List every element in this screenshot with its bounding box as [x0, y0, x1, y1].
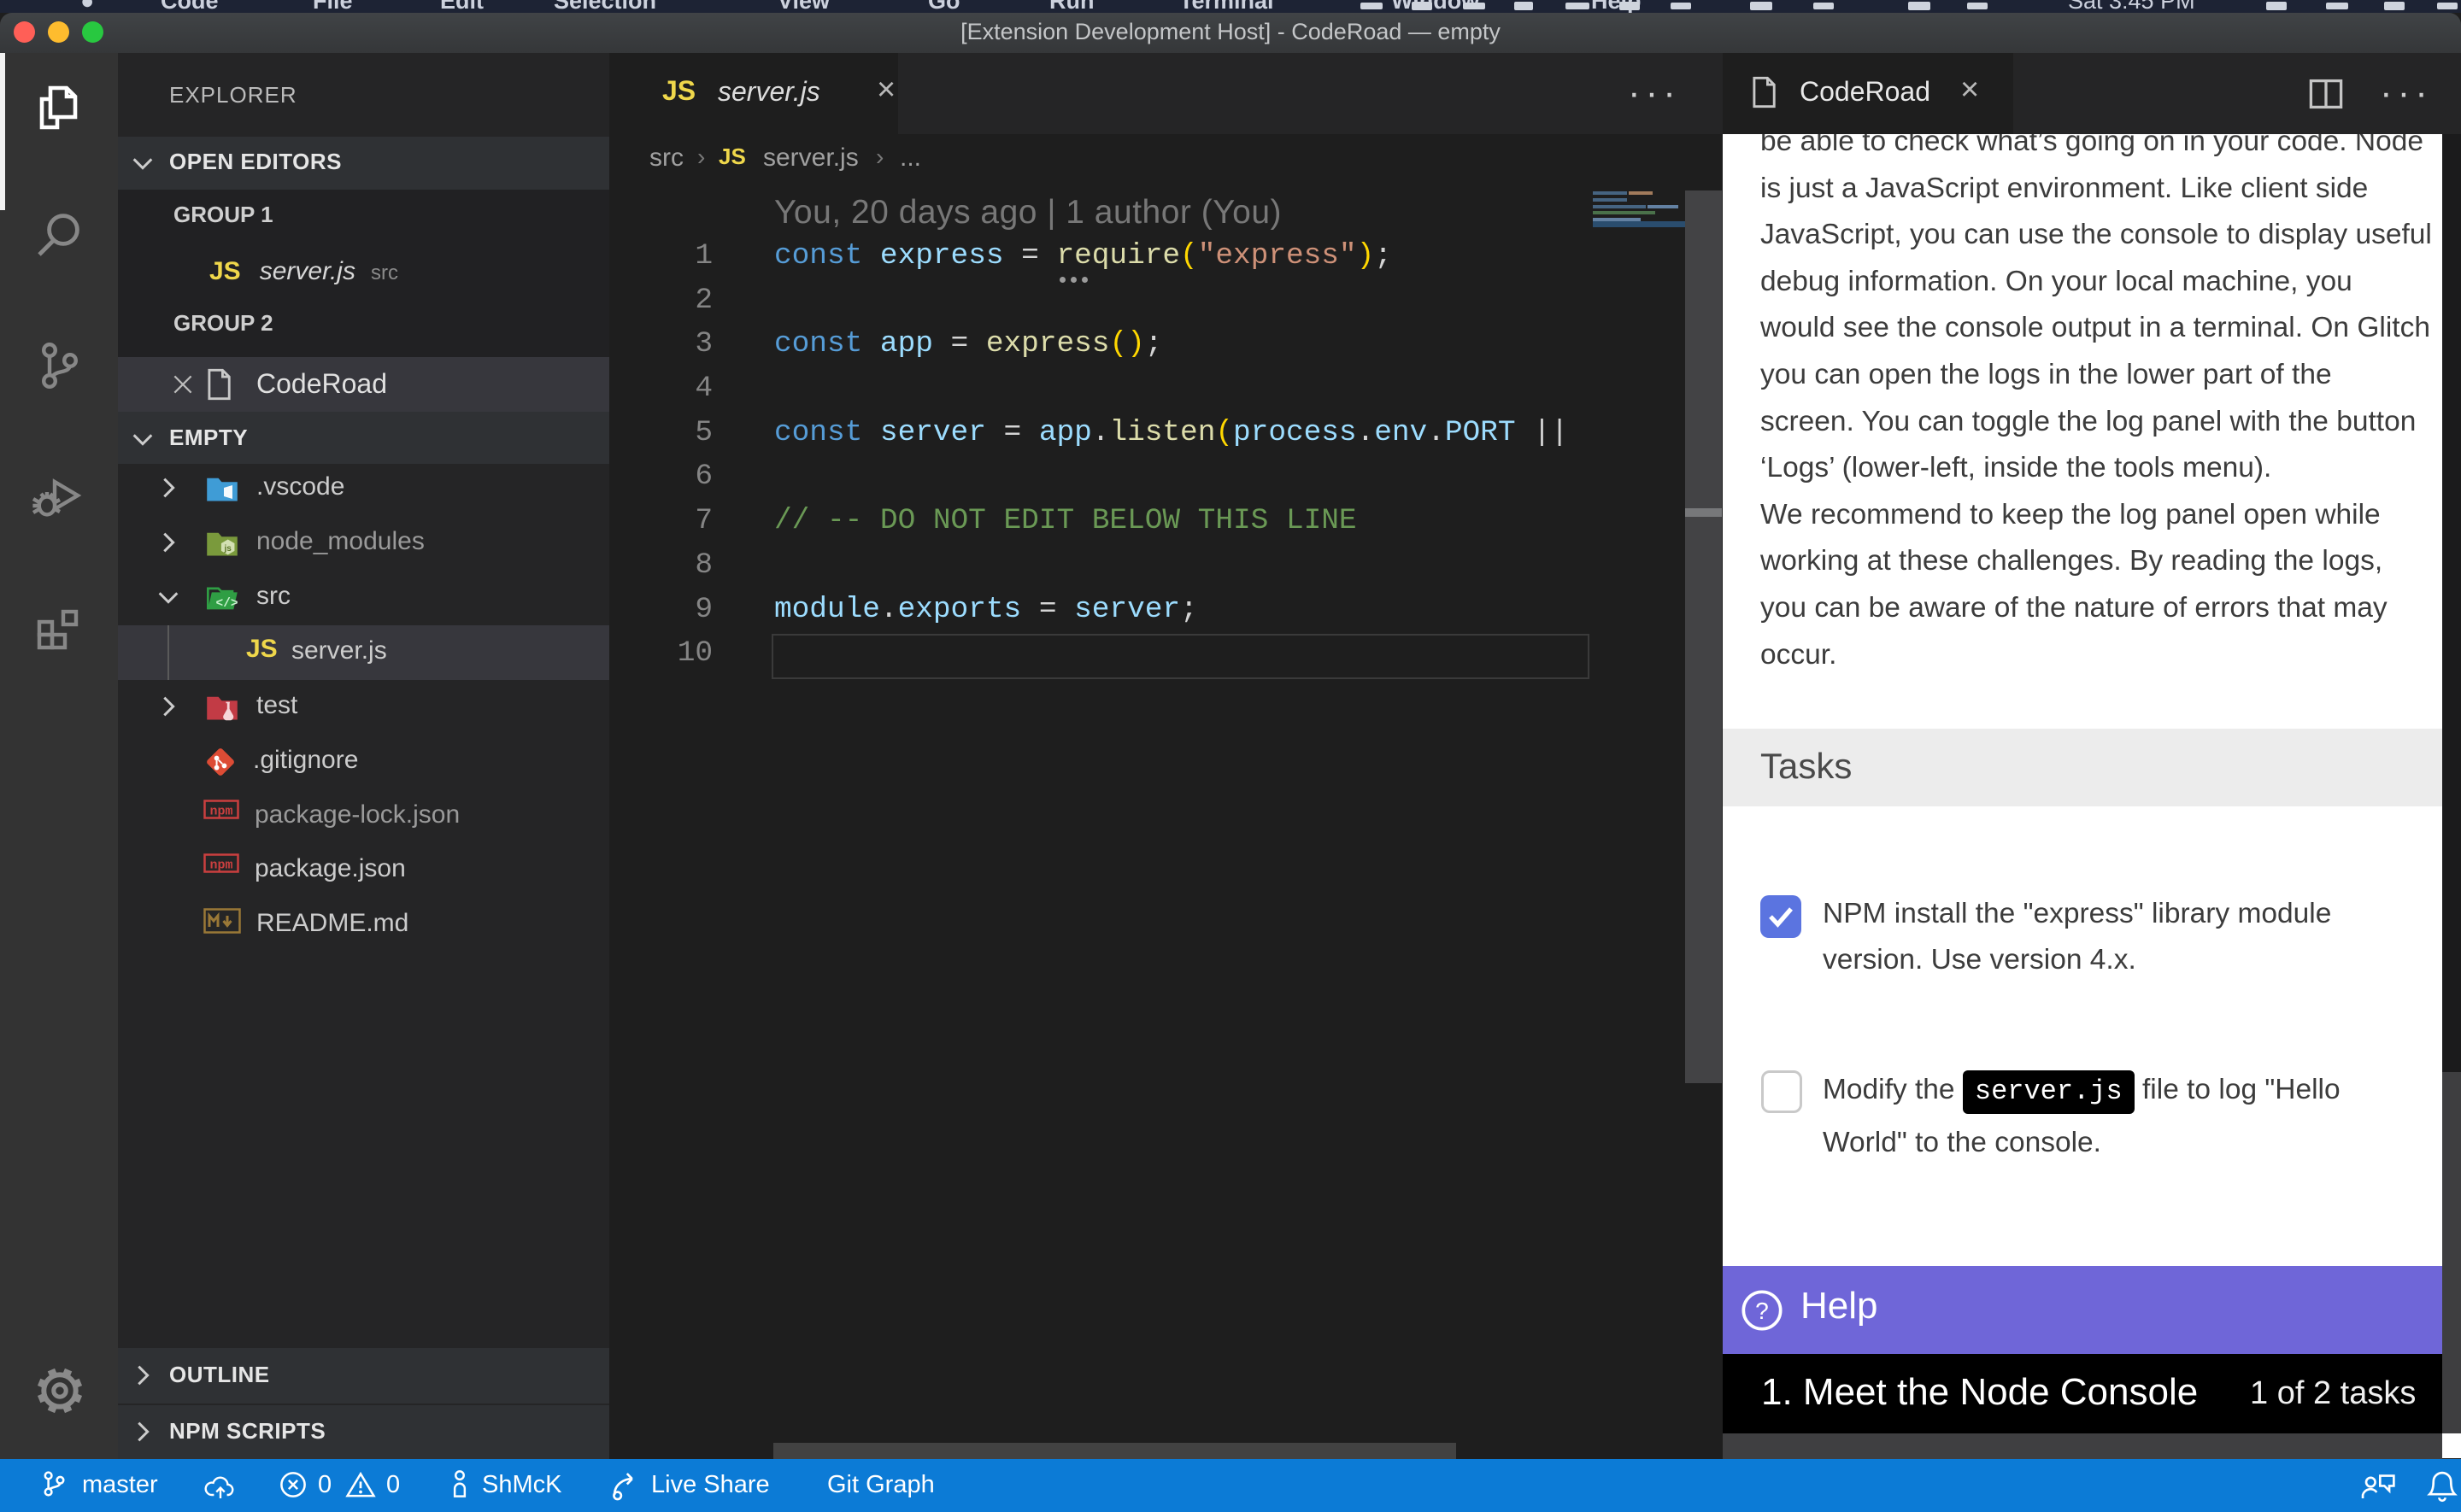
svg-text:</>: </> [216, 597, 238, 611]
svg-text:js: js [223, 544, 232, 554]
svg-text:?: ? [1755, 1298, 1769, 1324]
svg-text:npm: npm [209, 805, 232, 819]
svg-text:npm: npm [209, 859, 232, 873]
